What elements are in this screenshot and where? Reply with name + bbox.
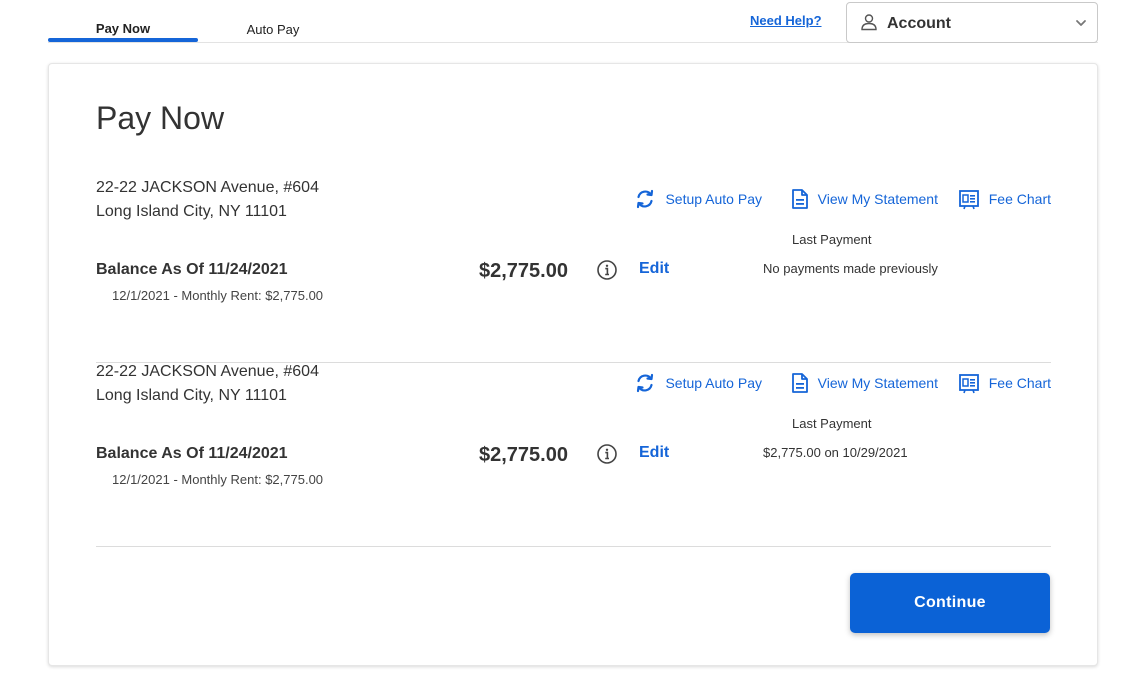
active-tab-indicator <box>48 38 198 42</box>
setup-auto-pay-label: Setup Auto Pay <box>665 375 762 391</box>
edit-amount-link[interactable]: Edit <box>639 260 669 278</box>
fee-chart-link[interactable]: Fee Chart <box>958 371 1051 395</box>
balance-label: Balance As Of 11/24/2021 <box>96 445 288 462</box>
document-icon <box>791 373 808 393</box>
setup-auto-pay-link[interactable]: Setup Auto Pay <box>634 187 762 211</box>
view-statement-link[interactable]: View My Statement <box>791 371 938 395</box>
setup-auto-pay-link[interactable]: Setup Auto Pay <box>634 371 762 395</box>
view-statement-link[interactable]: View My Statement <box>791 187 938 211</box>
last-payment-value: $2,775.00 on 10/29/2021 <box>763 445 908 460</box>
account-label: Account <box>887 15 951 32</box>
info-icon[interactable] <box>596 259 618 281</box>
fee-chart-link[interactable]: Fee Chart <box>958 187 1051 211</box>
edit-amount-link[interactable]: Edit <box>639 444 669 462</box>
need-help-link[interactable]: Need Help? <box>750 13 822 28</box>
last-payment-value: No payments made previously <box>763 261 938 276</box>
account-dropdown[interactable]: Account <box>846 2 1098 43</box>
chevron-down-icon <box>1076 20 1086 26</box>
view-statement-label: View My Statement <box>817 191 938 207</box>
payment-card: Pay Now 22-22 JACKSON Avenue, #604 Long … <box>48 63 1098 666</box>
address-line1: 22-22 JACKSON Avenue, #604 <box>96 179 319 196</box>
property-row: 22-22 JACKSON Avenue, #604 Long Island C… <box>96 363 1051 547</box>
address-line1: 22-22 JACKSON Avenue, #604 <box>96 363 319 380</box>
last-payment-label: Last Payment <box>792 416 872 431</box>
user-icon <box>861 14 877 31</box>
top-nav: Pay Now Auto Pay Need Help? Account <box>48 0 1098 43</box>
continue-button[interactable]: Continue <box>850 573 1050 633</box>
info-icon[interactable] <box>596 443 618 465</box>
fee-chart-label: Fee Chart <box>988 191 1051 207</box>
balance-amount: $2,775.00 <box>479 260 568 282</box>
document-icon <box>791 189 808 209</box>
setup-auto-pay-label: Setup Auto Pay <box>665 191 762 207</box>
page-title: Pay Now <box>96 100 225 136</box>
refresh-icon <box>637 189 654 209</box>
address-line2: Long Island City, NY 11101 <box>96 203 287 220</box>
property-row: 22-22 JACKSON Avenue, #604 Long Island C… <box>96 179 1051 363</box>
balance-detail: 12/1/2021 - Monthly Rent: $2,775.00 <box>112 472 324 487</box>
property-actions: Setup Auto Pay View My Statement Fee Cha… <box>630 187 1051 211</box>
property-actions: Setup Auto Pay View My Statement Fee Cha… <box>630 371 1051 395</box>
view-statement-label: View My Statement <box>817 375 938 391</box>
tab-pay-now[interactable]: Pay Now <box>48 21 198 36</box>
fee-chart-icon <box>958 190 979 210</box>
balance-label: Balance As Of 11/24/2021 <box>96 261 288 278</box>
tab-auto-pay[interactable]: Auto Pay <box>228 22 318 37</box>
address-line2: Long Island City, NY 11101 <box>96 387 287 404</box>
fee-chart-label: Fee Chart <box>988 375 1051 391</box>
last-payment-label: Last Payment <box>792 232 872 247</box>
fee-chart-icon <box>958 374 979 394</box>
refresh-icon <box>637 373 654 393</box>
balance-detail: 12/1/2021 - Monthly Rent: $2,775.00 <box>112 288 324 303</box>
balance-amount: $2,775.00 <box>479 444 568 466</box>
